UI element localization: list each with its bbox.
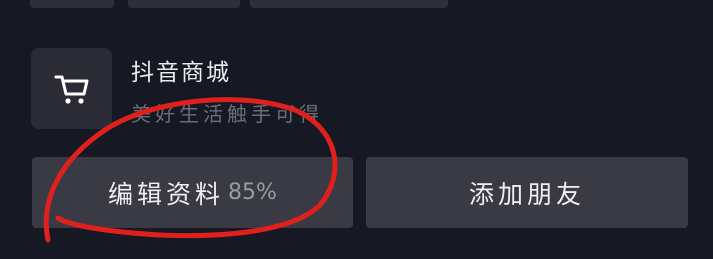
top-button-2[interactable] — [128, 0, 240, 8]
mall-icon-tile[interactable] — [31, 48, 112, 129]
edit-profile-button[interactable]: 编辑资料 85% — [32, 157, 353, 228]
mall-subtitle: 美好生活触手可得 — [131, 102, 323, 126]
mall-title[interactable]: 抖音商城 — [131, 53, 231, 87]
profile-completion-percent: 85% — [228, 180, 277, 205]
shopping-cart-icon — [54, 75, 88, 104]
top-button-1[interactable] — [30, 0, 114, 8]
add-friend-button[interactable]: 添加朋友 — [366, 157, 688, 228]
edit-profile-label: 编辑资料 — [108, 179, 225, 209]
top-button-3[interactable] — [250, 0, 448, 8]
